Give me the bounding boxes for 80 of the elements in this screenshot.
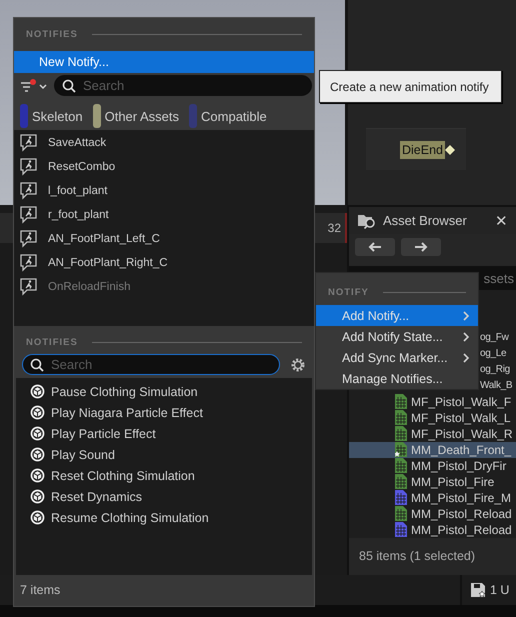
right-arrow-icon bbox=[414, 242, 428, 252]
asset-row[interactable]: MM_Pistol_Reload bbox=[349, 522, 516, 538]
unsaved-button[interactable]: 1 U bbox=[460, 575, 516, 605]
notify-name: ResetCombo bbox=[48, 161, 116, 173]
left-arrow-icon bbox=[368, 242, 382, 252]
blueprint-icon bbox=[30, 426, 45, 441]
asset-name: MF_Pistol_Walk_R bbox=[411, 426, 513, 441]
section-header: NOTIFY bbox=[328, 286, 369, 298]
notify-class-item[interactable]: Reset Clothing Simulation bbox=[30, 465, 312, 486]
asset-row[interactable]: MM_Pistol_DryFir bbox=[349, 458, 516, 474]
search-icon bbox=[62, 79, 76, 93]
notify-class-item[interactable]: Play Niagara Particle Effect bbox=[30, 402, 312, 423]
notify-class-item[interactable]: Pause Clothing Simulation bbox=[30, 381, 312, 402]
notify-class-item[interactable]: Resume Clothing Simulation bbox=[30, 507, 312, 528]
notify-class-name: Play Sound bbox=[51, 448, 115, 462]
blueprint-icon bbox=[30, 489, 45, 504]
menu-item[interactable]: Add Sync Marker... bbox=[316, 347, 478, 368]
asset-row[interactable]: MF_Pistol_Walk_R bbox=[349, 426, 516, 442]
notify-item[interactable]: AN_FootPlant_Left_C bbox=[14, 227, 314, 251]
settings-icon[interactable] bbox=[290, 356, 306, 372]
asset-row[interactable]: MF_Pistol_Walk_L bbox=[349, 410, 516, 426]
tooltip: Create a new animation notify bbox=[319, 70, 502, 103]
back-button[interactable] bbox=[355, 238, 395, 256]
forward-button[interactable] bbox=[401, 238, 441, 256]
section-header: NOTIFIES bbox=[26, 336, 78, 348]
asset-name: MM_Pistol_Reload bbox=[411, 522, 512, 537]
folder-search-icon bbox=[357, 212, 377, 229]
search-field[interactable]: Search bbox=[22, 354, 280, 375]
asset-row[interactable]: MF_Pistol_Walk_F bbox=[349, 394, 516, 410]
blueprint-icon bbox=[30, 447, 45, 462]
asset-row[interactable]: MM_Pistol_Fire_M bbox=[349, 490, 516, 506]
notify-item[interactable]: AN_FootPlant_Right_C bbox=[14, 251, 314, 275]
notify-class-name: Reset Dynamics bbox=[51, 490, 142, 504]
blueprint-icon bbox=[30, 468, 45, 483]
notify-name: l_foot_plant bbox=[48, 185, 108, 197]
blueprint-icon bbox=[30, 384, 45, 399]
notify-class-name: Pause Clothing Simulation bbox=[51, 384, 198, 398]
menu-item[interactable]: Add Notify... bbox=[316, 305, 478, 326]
unsaved-count: 1 U bbox=[490, 583, 510, 597]
asset-name: MM_Pistol_Reload bbox=[411, 506, 512, 521]
asset-name: MM_Pistol_Fire bbox=[411, 474, 494, 489]
notify-name: OnReloadFinish bbox=[48, 281, 130, 293]
menu-item[interactable]: Manage Notifies... bbox=[316, 368, 478, 389]
blueprint-icon bbox=[30, 405, 45, 420]
asset-name: MM_Pistol_Fire_M bbox=[411, 490, 512, 505]
notify-item[interactable]: r_foot_plant bbox=[14, 203, 314, 227]
notify-class-item[interactable]: Reset Dynamics bbox=[30, 486, 312, 507]
asset-name: MF_Pistol_Walk_L bbox=[411, 410, 511, 425]
asset-name: MM_Pistol_DryFir bbox=[411, 458, 506, 473]
asset-name: MM_Death_Front_ bbox=[411, 442, 512, 457]
notify-class-item[interactable]: Play Sound bbox=[30, 444, 312, 465]
search-field[interactable]: Search bbox=[54, 75, 312, 96]
blueprint-icon bbox=[30, 510, 45, 525]
notify-class-name: Reset Clothing Simulation bbox=[51, 468, 195, 482]
menu-item[interactable]: New Notify... bbox=[14, 51, 314, 73]
diamond-icon bbox=[445, 144, 455, 154]
item-count: 7 items bbox=[19, 582, 62, 599]
notify-name: AN_FootPlant_Left_C bbox=[48, 233, 160, 245]
notify-name: AN_FootPlant_Right_C bbox=[48, 257, 168, 269]
save-icon bbox=[470, 582, 486, 598]
notify-class-name: Play Particle Effect bbox=[51, 426, 156, 440]
menu-item[interactable]: Add Notify State... bbox=[316, 326, 478, 347]
section-header: NOTIFIES bbox=[26, 29, 78, 40]
notify-item[interactable]: l_foot_plant bbox=[14, 179, 314, 203]
asset-row[interactable]: MM_Pistol_Reload bbox=[349, 506, 516, 522]
notify-class-name: Resume Clothing Simulation bbox=[51, 510, 209, 524]
search-icon bbox=[30, 358, 44, 372]
notify-name: r_foot_plant bbox=[48, 209, 109, 221]
frame-number: 32 bbox=[328, 221, 341, 235]
asset-row[interactable]: MM_Pistol_Fire bbox=[349, 474, 516, 490]
asset-name: og_Rig bbox=[480, 364, 510, 376]
notify-item[interactable]: ResetCombo bbox=[14, 155, 314, 179]
asset-name: MF_Pistol_Walk_F bbox=[411, 394, 512, 409]
notify-class-item[interactable]: Play Particle Effect bbox=[30, 423, 312, 444]
notify-item[interactable]: SaveAttack bbox=[14, 131, 314, 155]
notify-marker[interactable]: DieEnd bbox=[400, 140, 445, 158]
asset-row[interactable]: MM_Death_Front_ bbox=[349, 442, 516, 458]
notify-name: SaveAttack bbox=[48, 137, 106, 149]
tab-title: Asset Browser bbox=[383, 213, 468, 228]
notify-class-name: Play Niagara Particle Effect bbox=[51, 406, 203, 420]
